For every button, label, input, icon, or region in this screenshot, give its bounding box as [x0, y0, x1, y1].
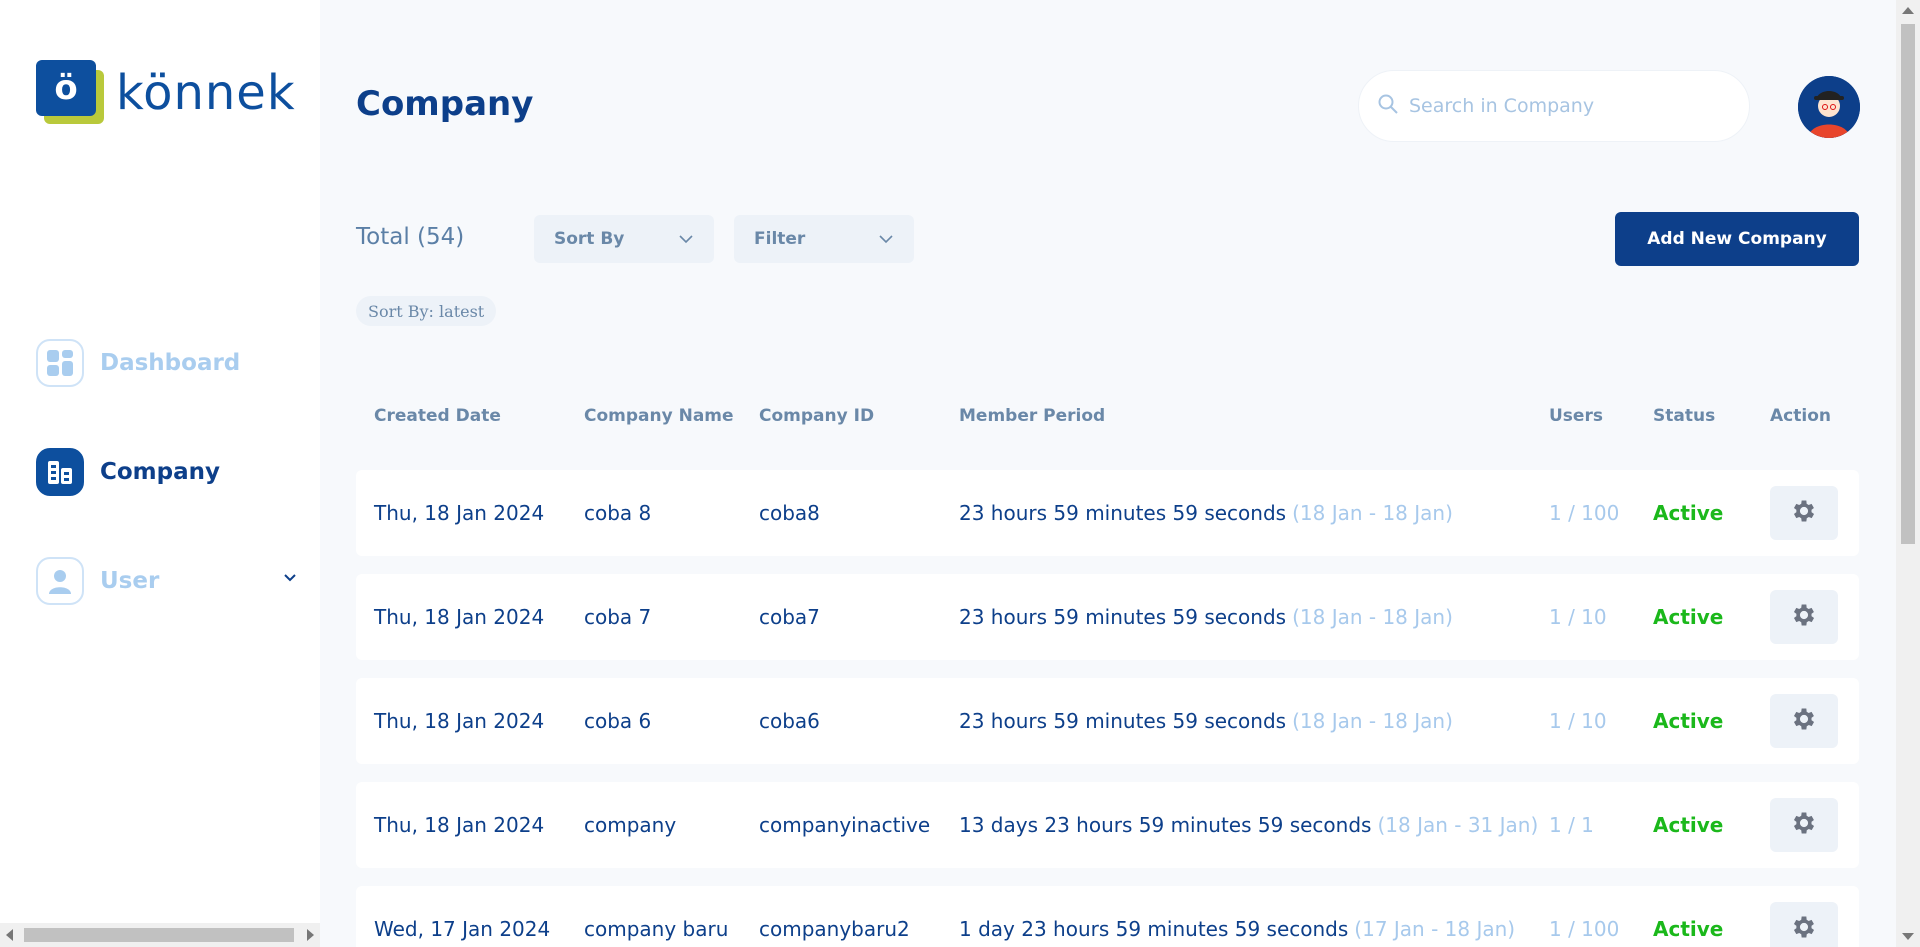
sidebar-item-label: Company	[100, 459, 220, 485]
chevron-down-icon[interactable]	[282, 570, 298, 590]
cell-company-id: companyinactive	[759, 813, 931, 837]
cell-company-id: companybaru2	[759, 917, 910, 941]
status-badge: Active	[1653, 917, 1724, 941]
brand-logo[interactable]: ö könnek	[36, 60, 296, 126]
cell-users: 1 / 10	[1549, 605, 1607, 629]
scroll-down-icon[interactable]	[1902, 933, 1914, 940]
cell-users: 1 / 100	[1549, 501, 1620, 525]
scroll-up-icon[interactable]	[1902, 7, 1914, 14]
settings-button[interactable]	[1770, 590, 1838, 644]
horizontal-scrollbar[interactable]	[0, 923, 320, 947]
table-row[interactable]: Thu, 18 Jan 2024 coba 6 coba6 23 hours 5…	[356, 678, 1859, 764]
scrollbar-thumb[interactable]	[24, 928, 294, 942]
period-text: 23 hours 59 minutes 59 seconds	[959, 709, 1287, 733]
cell-created-date: Thu, 18 Jan 2024	[374, 605, 545, 629]
status-badge: Active	[1653, 605, 1724, 629]
cell-users: 1 / 100	[1549, 917, 1620, 941]
settings-button[interactable]	[1770, 486, 1838, 540]
period-text: 23 hours 59 minutes 59 seconds	[959, 605, 1287, 629]
filter-label: Filter	[754, 229, 806, 249]
search-icon	[1377, 93, 1399, 119]
column-header-action: Action	[1770, 406, 1831, 426]
period-range: (17 Jan - 18 Jan)	[1354, 917, 1516, 941]
period-range: (18 Jan - 18 Jan)	[1292, 501, 1453, 525]
cell-created-date: Thu, 18 Jan 2024	[374, 709, 545, 733]
gear-icon	[1790, 705, 1818, 737]
table-row[interactable]: Thu, 18 Jan 2024 coba 8 coba8 23 hours 5…	[356, 470, 1859, 556]
page-title: Company	[356, 84, 534, 124]
cell-member-period: 23 hours 59 minutes 59 seconds (18 Jan - …	[959, 574, 1453, 660]
period-range: (18 Jan - 31 Jan)	[1377, 813, 1539, 837]
period-range: (18 Jan - 18 Jan)	[1292, 709, 1453, 733]
table-row[interactable]: Wed, 17 Jan 2024 company baru companybar…	[356, 886, 1859, 947]
cell-member-period: 23 hours 59 minutes 59 seconds (18 Jan - …	[959, 470, 1453, 556]
settings-button[interactable]	[1770, 694, 1838, 748]
total-count: Total (54)	[356, 224, 465, 250]
sort-by-dropdown[interactable]: Sort By	[534, 215, 714, 263]
cell-created-date: Thu, 18 Jan 2024	[374, 813, 545, 837]
period-text: 13 days 23 hours 59 minutes 59 seconds	[959, 813, 1372, 837]
settings-button[interactable]	[1770, 902, 1838, 947]
column-header-company-id[interactable]: Company ID	[759, 406, 874, 426]
scrollbar-thumb[interactable]	[1901, 24, 1915, 544]
vertical-scrollbar[interactable]	[1896, 0, 1920, 947]
scroll-right-icon[interactable]	[307, 929, 314, 941]
gear-icon	[1790, 601, 1818, 633]
column-header-created-date[interactable]: Created Date	[374, 406, 501, 426]
cell-company-id: coba8	[759, 501, 820, 525]
search-box[interactable]	[1358, 70, 1750, 142]
logo-mark: ö	[36, 60, 106, 126]
gear-icon	[1790, 809, 1818, 841]
sort-chip[interactable]: Sort By: latest	[356, 296, 497, 326]
sort-by-label: Sort By	[554, 229, 625, 249]
add-new-company-button[interactable]: Add New Company	[1615, 212, 1859, 266]
company-icon	[36, 448, 84, 496]
cell-member-period: 1 day 23 hours 59 minutes 59 seconds (17 …	[959, 886, 1515, 947]
table-row[interactable]: Thu, 18 Jan 2024 company companyinactive…	[356, 782, 1859, 868]
column-header-status[interactable]: Status	[1653, 406, 1715, 426]
cell-created-date: Thu, 18 Jan 2024	[374, 501, 545, 525]
period-range: (18 Jan - 18 Jan)	[1292, 605, 1453, 629]
table-row[interactable]: Thu, 18 Jan 2024 coba 7 coba7 23 hours 5…	[356, 574, 1859, 660]
cell-created-date: Wed, 17 Jan 2024	[374, 917, 551, 941]
chevron-down-icon	[678, 231, 694, 252]
cell-member-period: 13 days 23 hours 59 minutes 59 seconds (1…	[959, 782, 1538, 868]
status-badge: Active	[1653, 709, 1724, 733]
column-header-company-name[interactable]: Company Name	[584, 406, 734, 426]
column-header-users[interactable]: Users	[1549, 406, 1603, 426]
cell-company-name: company	[584, 813, 677, 837]
cell-users: 1 / 1	[1549, 813, 1594, 837]
gear-icon	[1790, 913, 1818, 945]
dashboard-icon	[36, 339, 84, 387]
brand-name: könnek	[116, 65, 296, 121]
chevron-down-icon	[878, 231, 894, 252]
filter-dropdown[interactable]: Filter	[734, 215, 914, 263]
sidebar-item-label: User	[100, 568, 160, 594]
user-icon	[36, 557, 84, 605]
cell-company-id: coba6	[759, 709, 820, 733]
period-text: 1 day 23 hours 59 minutes 59 seconds	[959, 917, 1349, 941]
status-badge: Active	[1653, 813, 1724, 837]
cell-company-name: coba 7	[584, 605, 652, 629]
sidebar-item-label: Dashboard	[100, 350, 241, 376]
column-header-member-period[interactable]: Member Period	[959, 406, 1105, 426]
cell-users: 1 / 10	[1549, 709, 1607, 733]
sidebar-item-dashboard[interactable]: Dashboard	[36, 338, 298, 388]
settings-button[interactable]	[1770, 798, 1838, 852]
avatar[interactable]	[1798, 76, 1860, 138]
cell-member-period: 23 hours 59 minutes 59 seconds (18 Jan - …	[959, 678, 1453, 764]
cell-company-name: coba 8	[584, 501, 652, 525]
status-badge: Active	[1653, 501, 1724, 525]
sidebar-item-user[interactable]: User	[36, 556, 298, 606]
gear-icon	[1790, 497, 1818, 529]
sidebar: ö könnek Dashboard Company User	[0, 0, 320, 947]
cell-company-id: coba7	[759, 605, 820, 629]
sidebar-item-company[interactable]: Company	[36, 447, 298, 497]
scroll-left-icon[interactable]	[6, 929, 13, 941]
period-text: 23 hours 59 minutes 59 seconds	[959, 501, 1287, 525]
cell-company-name: company baru	[584, 917, 729, 941]
cell-company-name: coba 6	[584, 709, 652, 733]
search-input[interactable]	[1409, 95, 1729, 117]
